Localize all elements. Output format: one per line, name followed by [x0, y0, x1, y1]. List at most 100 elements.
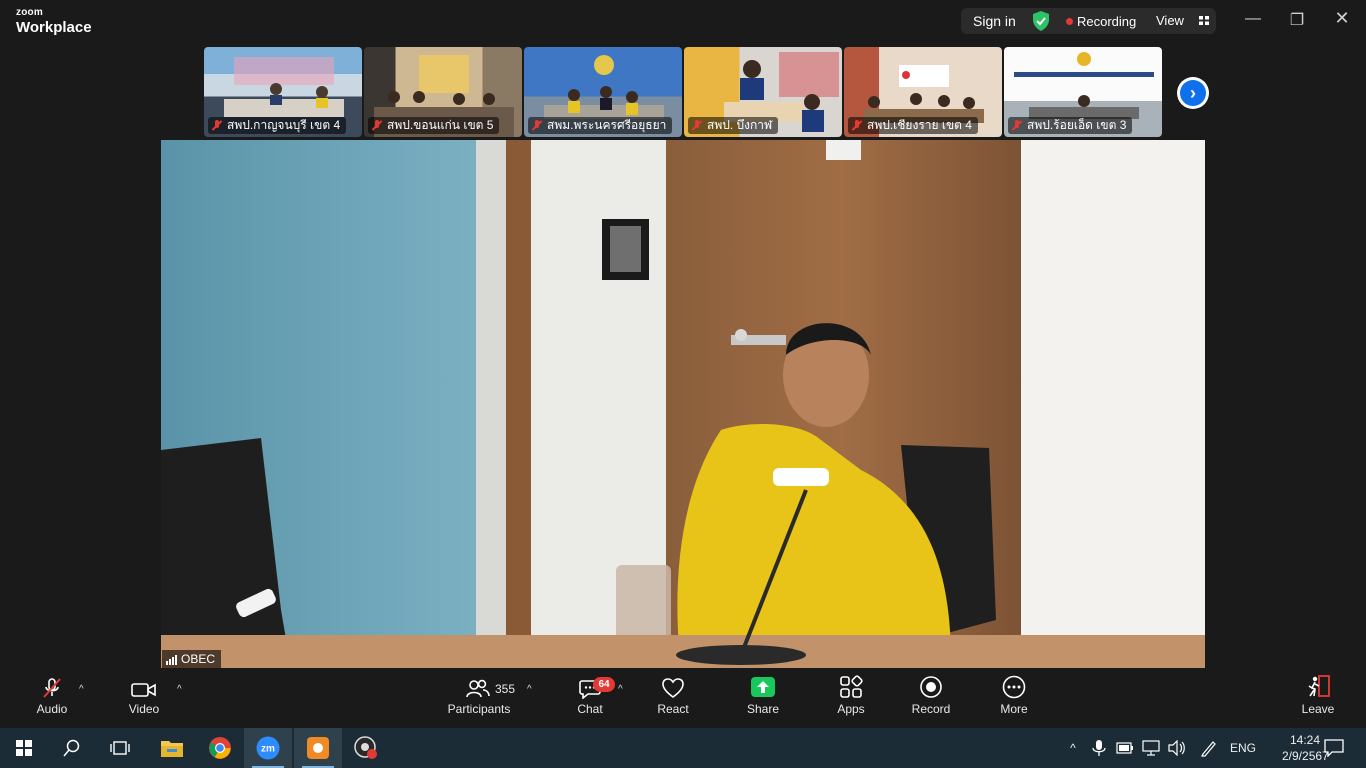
audio-label: Audio — [36, 702, 68, 716]
muted-mic-icon — [532, 120, 542, 131]
clock-date: 2/9/2567 — [1282, 749, 1329, 763]
chat-options-caret-icon[interactable]: ^ — [618, 684, 623, 695]
file-explorer-icon[interactable] — [148, 728, 196, 768]
react-label: React — [657, 702, 689, 716]
leave-meeting-icon — [1308, 675, 1330, 697]
search-icon[interactable] — [48, 728, 96, 768]
participant-name-text: สพป. บึงกาฬ — [707, 118, 773, 132]
minimize-icon[interactable]: — — [1238, 10, 1268, 28]
next-page-button[interactable]: › — [1177, 77, 1209, 109]
record-button[interactable]: Record — [908, 668, 954, 728]
audio-options-caret-icon[interactable]: ^ — [79, 684, 84, 695]
leave-button[interactable]: Leave — [1298, 668, 1338, 728]
screen-recorder-icon[interactable] — [342, 728, 390, 768]
share-label: Share — [746, 702, 780, 716]
share-screen-icon — [751, 677, 775, 697]
signal-strength-icon — [166, 654, 177, 665]
react-button[interactable]: React — [653, 668, 693, 728]
participant-name: สพป.ขอนแก่น เขต 5 — [368, 117, 500, 134]
muted-mic-icon — [852, 120, 862, 131]
participant-name: สพม.พระนครศรีอยุธยา — [528, 117, 673, 134]
participant-name: สพป.กาญจนบุรี เขต 4 — [208, 117, 347, 134]
share-button[interactable]: Share — [743, 668, 783, 728]
participant-name-text: สพป.กาญจนบุรี เขต 4 — [227, 118, 341, 132]
chevron-right-icon: › — [1180, 80, 1206, 106]
participant-name-text: สพป.ขอนแก่น เขต 5 — [387, 118, 494, 132]
participant-name: สพป.ร้อยเอ็ด เขต 3 — [1008, 117, 1133, 134]
apps-icon — [840, 675, 863, 698]
active-speaker-video — [161, 140, 1205, 668]
participant-name-text: สพป.ร้อยเอ็ด เขต 3 — [1027, 118, 1127, 132]
participants-label: Participants — [447, 702, 511, 716]
title-bar: zoom Workplace Sign in Recording View — … — [0, 0, 1366, 44]
clock-time: 14:24 — [1289, 733, 1321, 747]
notifications-icon[interactable] — [1324, 739, 1344, 757]
brand-small: zoom — [16, 7, 43, 18]
participant-count: 355 — [495, 682, 516, 696]
grid-view-icon[interactable] — [1199, 16, 1209, 25]
recording-indicator[interactable]: Recording — [1077, 14, 1136, 29]
participant-tile[interactable]: สพม.พระนครศรีอยุธยา — [524, 47, 682, 137]
record-icon — [920, 676, 942, 698]
record-label: Record — [911, 702, 951, 716]
active-speaker-name-tag: OBEC — [162, 650, 222, 668]
sign-in-button[interactable]: Sign in — [973, 13, 1016, 29]
svg-text:zm: zm — [261, 744, 275, 755]
system-clock[interactable]: 14:24 2/9/2567 — [1282, 732, 1329, 764]
participant-name: สพป.เชียงราย เขต 4 — [848, 117, 978, 134]
volume-icon[interactable] — [1168, 740, 1186, 756]
participant-name: สพป. บึงกาฬ — [688, 117, 779, 134]
close-icon[interactable]: ✕ — [1327, 8, 1357, 29]
participant-tile[interactable]: สพป.ขอนแก่น เขต 5 — [364, 47, 522, 137]
muted-microphone-icon — [43, 678, 61, 698]
security-shield-icon[interactable] — [1032, 11, 1050, 31]
participant-tile[interactable]: สพป.ร้อยเอ็ด เขต 3 — [1004, 47, 1162, 137]
windows-start-icon[interactable] — [0, 728, 48, 768]
input-language-indicator[interactable]: ENG — [1230, 741, 1256, 755]
video-camera-icon — [131, 683, 156, 697]
battery-icon[interactable] — [1116, 742, 1134, 754]
video-label: Video — [128, 702, 160, 716]
video-button[interactable]: Video — [122, 668, 166, 728]
chat-label: Chat — [577, 702, 603, 716]
pen-input-icon[interactable] — [1200, 739, 1218, 757]
participant-thumbnail-strip: สพป.กาญจนบุรี เขต 4 สพป.ขอนแก่น เขต 5 สพ… — [204, 47, 1164, 137]
participant-name-text: สพป.เชียงราย เขต 4 — [867, 118, 972, 132]
zoom-workplace-logo: zoom Workplace — [16, 7, 92, 36]
meeting-controls-toolbar: Audio ^ Video ^ Participants 355 ^ Chat … — [0, 668, 1366, 728]
participant-name-text: สพม.พระนครศรีอยุธยา — [547, 118, 667, 132]
system-tray: ^ ENG — [1064, 728, 1256, 768]
muted-mic-icon — [1012, 120, 1022, 131]
muted-mic-icon — [372, 120, 382, 131]
apps-button[interactable]: Apps — [831, 668, 871, 728]
video-options-caret-icon[interactable]: ^ — [177, 684, 182, 695]
muted-mic-icon — [212, 120, 222, 131]
view-button[interactable]: View — [1156, 13, 1184, 28]
maximize-icon[interactable]: ❐ — [1282, 10, 1312, 30]
leave-label: Leave — [1301, 702, 1335, 716]
participants-options-caret-icon[interactable]: ^ — [527, 684, 532, 695]
orange-app-icon[interactable] — [294, 728, 342, 768]
participants-button[interactable]: Participants — [444, 668, 514, 728]
microphone-in-use-icon[interactable] — [1092, 740, 1106, 756]
task-view-icon[interactable] — [96, 728, 144, 768]
chat-unread-badge: 64 — [593, 677, 615, 692]
more-label: More — [1000, 702, 1028, 716]
more-button[interactable]: More — [994, 668, 1034, 728]
active-speaker-name: OBEC — [181, 652, 216, 666]
participant-tile[interactable]: สพป.กาญจนบุรี เขต 4 — [204, 47, 362, 137]
windows-taskbar: zm ^ ENG 14:24 2/9/2567 — [0, 728, 1366, 768]
more-options-icon — [1002, 675, 1026, 699]
network-icon[interactable] — [1142, 740, 1160, 756]
recording-dot-icon — [1066, 18, 1073, 25]
apps-label: Apps — [837, 702, 865, 716]
participant-tile[interactable]: สพป.เชียงราย เขต 4 — [844, 47, 1002, 137]
muted-mic-icon — [692, 120, 702, 131]
audio-button[interactable]: Audio — [30, 668, 74, 728]
show-hidden-icons-chevron-icon[interactable]: ^ — [1064, 741, 1082, 755]
zoom-app-icon[interactable]: zm — [244, 728, 292, 768]
chrome-icon[interactable] — [196, 728, 244, 768]
participant-tile[interactable]: สพป. บึงกาฬ — [684, 47, 842, 137]
participants-icon — [466, 679, 490, 698]
heart-icon — [662, 678, 684, 698]
